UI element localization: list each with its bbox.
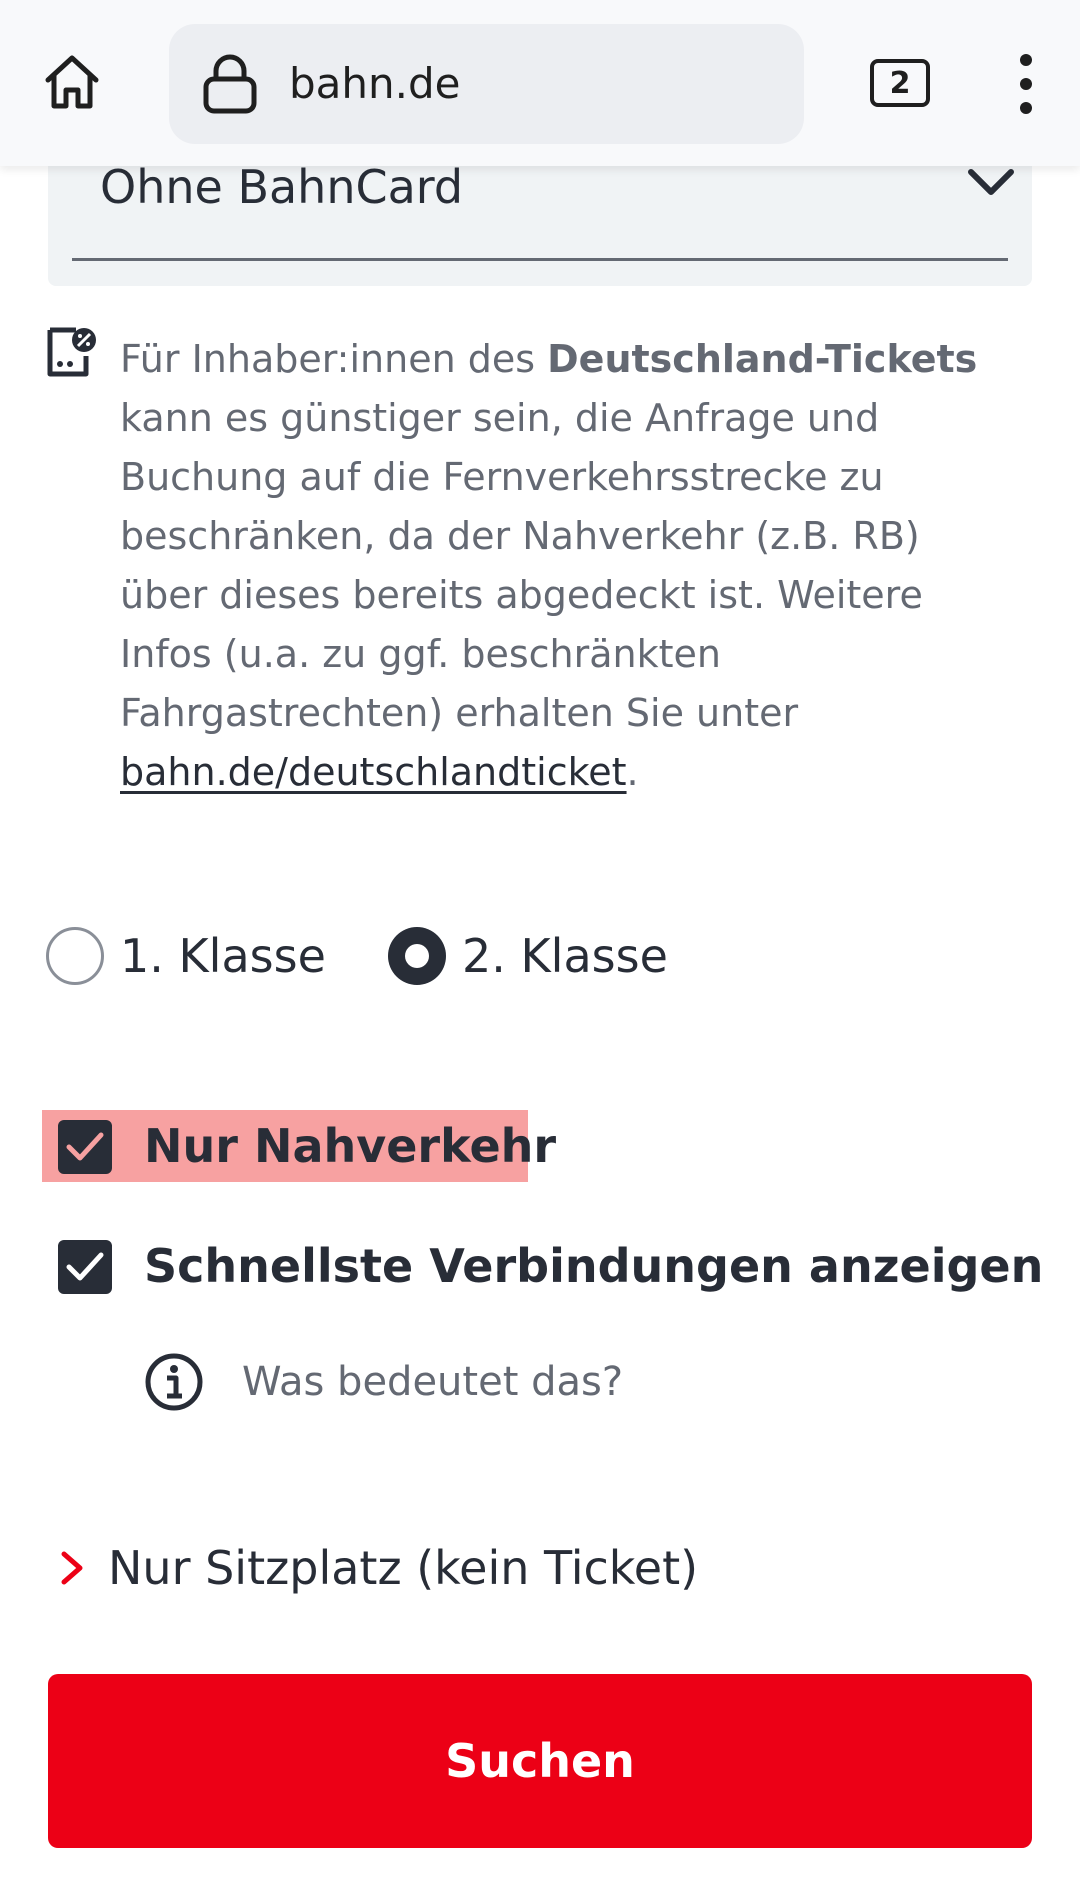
seat-only-label: Nur Sitzplatz (kein Ticket) xyxy=(108,1541,699,1595)
notice-bold-term: Deutschland-Tickets xyxy=(547,337,978,381)
radio-label: 2. Klasse xyxy=(462,929,668,983)
checkbox-checked[interactable] xyxy=(58,1240,112,1294)
radio-second-class[interactable]: 2. Klasse xyxy=(388,925,688,987)
deutschlandticket-link[interactable]: bahn.de/deutschlandticket xyxy=(120,750,627,794)
checkbox-nur-nahverkehr[interactable]: Nur Nahverkehr xyxy=(42,1110,556,1182)
chevron-down-icon xyxy=(963,160,1019,210)
select-underline xyxy=(72,258,1008,261)
info-icon xyxy=(144,1352,204,1412)
home-icon[interactable] xyxy=(40,50,104,114)
address-bar[interactable]: bahn.de xyxy=(169,24,804,144)
checkbox-label: Nur Nahverkehr xyxy=(144,1119,557,1173)
checkbox-label: Schnellste Verbindungen anzeigen xyxy=(144,1239,1044,1293)
deutschlandticket-notice: Für Inhaber:innen des Deutschland-Ticket… xyxy=(120,337,978,794)
more-vert-icon[interactable] xyxy=(1010,54,1044,114)
page: bahn.de 2 Ohne BahnCard Für Inhaber:inne… xyxy=(0,0,1080,1892)
search-button[interactable]: Suchen xyxy=(48,1674,1032,1848)
ticket-percent-icon xyxy=(46,326,98,378)
checkbox-checked[interactable] xyxy=(58,1120,112,1174)
lock-icon xyxy=(201,54,259,114)
radio-circle-selected[interactable] xyxy=(388,927,446,985)
radio-first-class[interactable]: 1. Klasse xyxy=(46,925,326,987)
radio-circle-unselected[interactable] xyxy=(46,927,104,985)
radio-label: 1. Klasse xyxy=(120,929,326,983)
checkbox-schnellste-verbindungen[interactable]: Schnellste Verbindungen anzeigen xyxy=(42,1230,1043,1302)
browser-toolbar: bahn.de 2 xyxy=(0,0,1080,166)
bahncard-selected-value: Ohne BahnCard xyxy=(100,160,464,214)
url-text: bahn.de xyxy=(289,59,461,108)
info-link-text: Was bedeutet das? xyxy=(242,1359,624,1405)
chevron-right-icon xyxy=(56,1548,88,1588)
tabs-icon[interactable]: 2 xyxy=(870,59,930,107)
